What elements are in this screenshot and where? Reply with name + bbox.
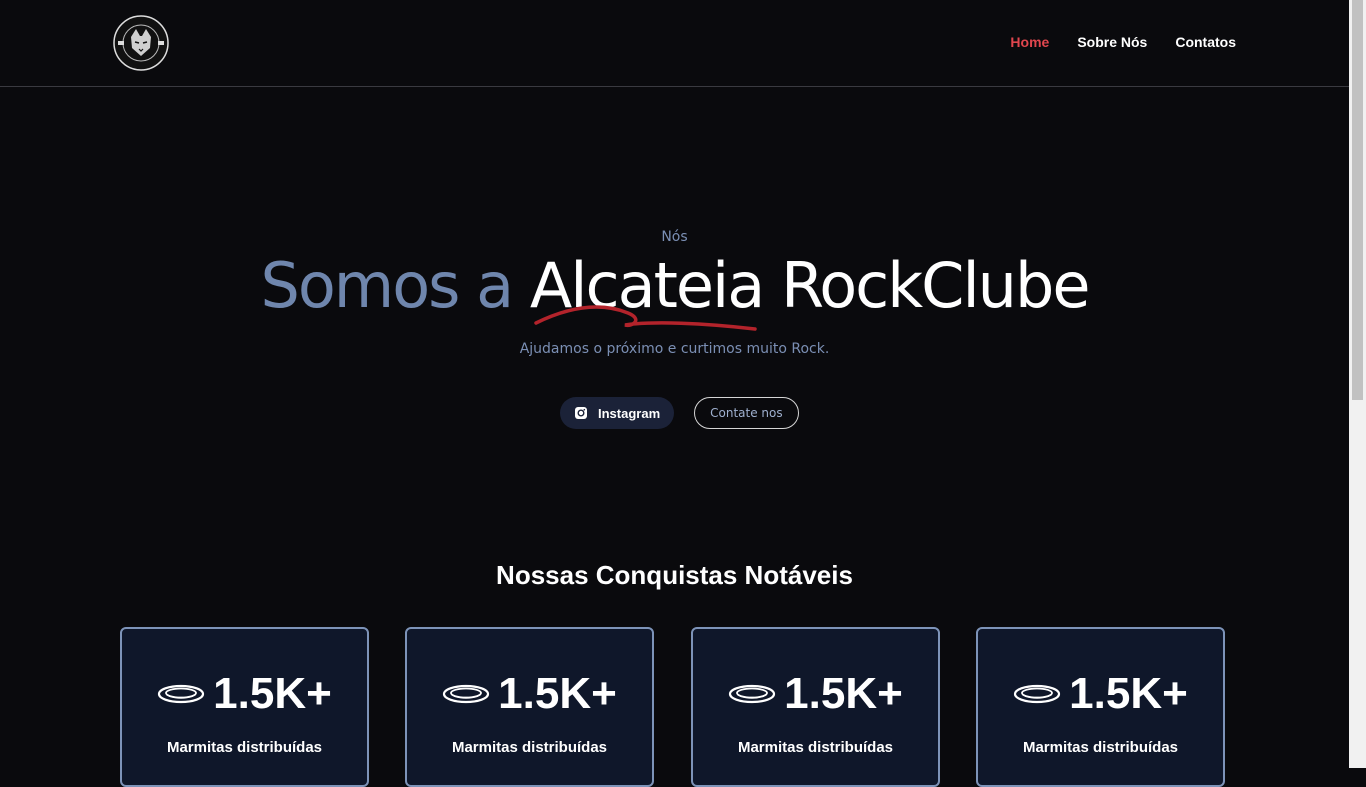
achievements-title: Nossas Conquistas Notáveis — [496, 560, 853, 590]
achievement-card: 1.5K+ Marmitas distribuídas — [405, 627, 654, 787]
contact-button[interactable]: Contate nos — [694, 397, 799, 429]
achievement-value: 1.5K+ — [498, 669, 617, 718]
achievement-label: Marmitas distribuídas — [451, 739, 608, 756]
plate-icon — [1014, 684, 1061, 704]
alcateia-logo[interactable] — [113, 15, 169, 71]
achievement-stat: 1.5K+ — [122, 669, 367, 719]
achievement-card: 1.5K+ Marmitas distribuídas — [976, 627, 1225, 787]
achievement-value: 1.5K+ — [1069, 669, 1188, 718]
hero-subtitle: Ajudamos o próximo e curtimos muito Rock… — [519, 341, 830, 357]
achievement-label: Marmitas distribuídas — [166, 739, 323, 756]
nav-sobre-nos-link[interactable]: Sobre Nós — [1077, 34, 1147, 50]
achievements-cards: 1.5K+ Marmitas distribuídas 1.5K+ Marmit… — [120, 627, 1229, 787]
plate-icon — [443, 684, 490, 704]
hero-actions: Instagram Contate nos — [560, 397, 799, 429]
achievement-stat: 1.5K+ — [693, 669, 938, 719]
achievement-stat: 1.5K+ — [407, 669, 652, 719]
main-nav: Home Sobre Nós Contatos — [1010, 34, 1236, 50]
instagram-button[interactable]: Instagram — [560, 397, 675, 429]
instagram-icon — [575, 407, 587, 419]
achievement-card: 1.5K+ Marmitas distribuídas — [691, 627, 940, 787]
page-scrollbar[interactable] — [1349, 0, 1366, 768]
scrollbar-thumb[interactable] — [1352, 0, 1363, 400]
nav-home-link[interactable]: Home — [1010, 34, 1049, 50]
hero-title-prefix: Somos a — [260, 249, 530, 322]
hero-eyebrow: Nós — [661, 229, 688, 245]
achievement-label: Marmitas distribuídas — [1022, 739, 1179, 756]
nav-contatos-link[interactable]: Contatos — [1175, 34, 1236, 50]
site-header: Home Sobre Nós Contatos — [0, 0, 1349, 87]
achievement-card: 1.5K+ Marmitas distribuídas — [120, 627, 369, 787]
red-scribble-decoration — [534, 305, 757, 331]
achievement-value: 1.5K+ — [213, 669, 332, 718]
plate-icon — [729, 684, 776, 704]
achievement-stat: 1.5K+ — [978, 669, 1223, 719]
instagram-button-label: Instagram — [598, 405, 661, 421]
achievement-label: Marmitas distribuídas — [737, 739, 894, 756]
plate-icon — [158, 684, 205, 704]
achievement-value: 1.5K+ — [784, 669, 903, 718]
